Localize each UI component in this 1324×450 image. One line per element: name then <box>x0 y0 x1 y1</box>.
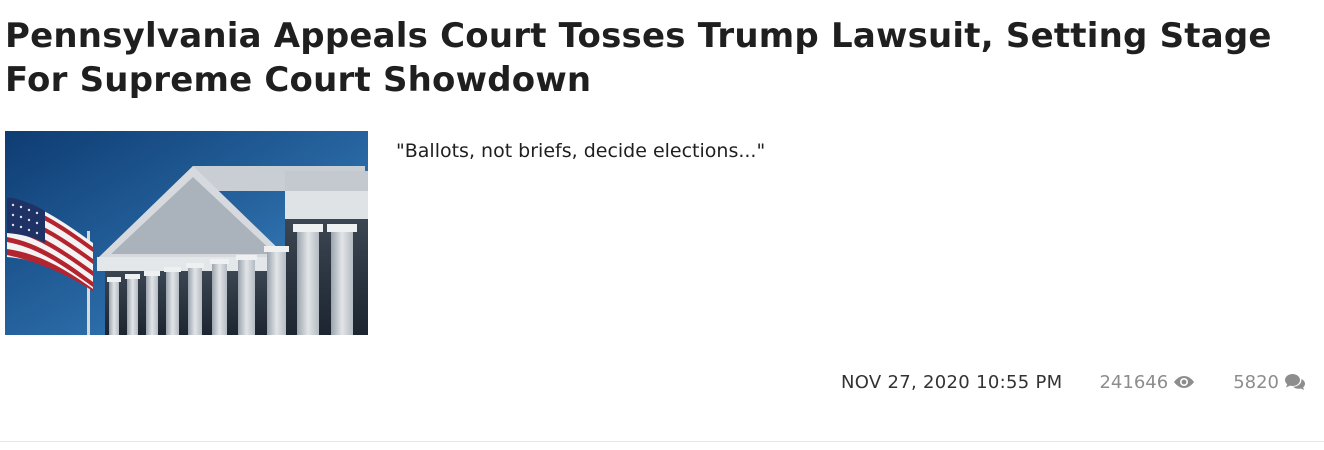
article-headline[interactable]: Pennsylvania Appeals Court Tosses Trump … <box>5 14 1315 102</box>
publish-date: NOV 27, 2020 10:55 PM <box>840 371 1063 393</box>
article-teaser: "Ballots, not briefs, decide elections..… <box>396 140 766 162</box>
divider <box>0 441 1324 442</box>
article-thumbnail[interactable] <box>5 131 368 335</box>
comments-icon[interactable] <box>1283 373 1307 391</box>
comment-count-value: 5820 <box>1233 371 1279 393</box>
supreme-court-image <box>5 131 368 335</box>
comment-count[interactable]: 5820 <box>1233 372 1307 393</box>
view-count-value: 241646 <box>1099 371 1169 393</box>
article-meta: NOV 27, 2020 10:55 PM 241646 5820 <box>841 369 1307 395</box>
eye-icon <box>1174 376 1195 388</box>
view-count: 241646 <box>1099 372 1196 393</box>
